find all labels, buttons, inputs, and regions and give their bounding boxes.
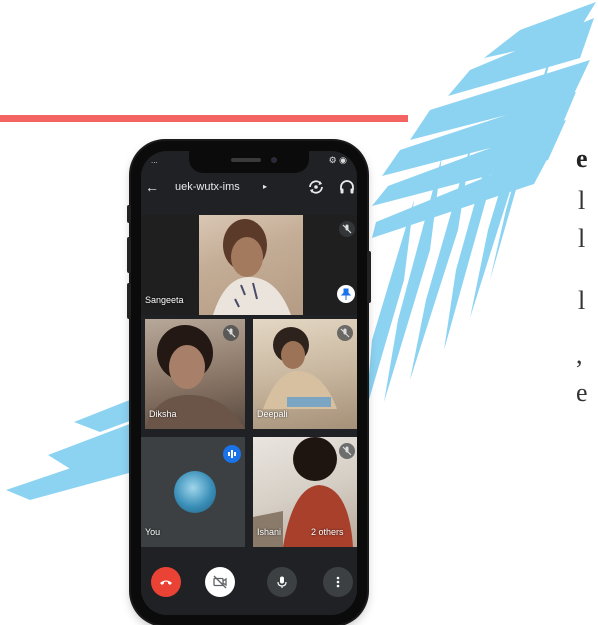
earpiece-speaker: [231, 158, 261, 162]
meet-screen: ... ⚙ ◉ ← uek-wutx-ims ▸ Sangeeta Diksha…: [141, 151, 357, 615]
participant-name: Deepali: [257, 409, 288, 419]
side-text-line: e: [576, 378, 588, 407]
participant-name: Sangeeta: [145, 295, 184, 305]
side-text-line: l: [578, 286, 586, 315]
side-text-line: l: [578, 224, 586, 253]
phone-side-button: [127, 283, 131, 319]
headphones-icon[interactable]: [338, 178, 356, 196]
arrow-back-icon[interactable]: ←: [145, 179, 159, 195]
phone-side-button: [127, 237, 131, 273]
side-text-line: l: [578, 186, 586, 215]
meeting-code-arrow-icon[interactable]: ▸: [263, 182, 267, 191]
end-call-button[interactable]: [151, 567, 181, 597]
participant-video: [199, 215, 303, 315]
side-text-heading: e: [576, 144, 588, 173]
mic-off-icon: [339, 443, 355, 459]
others-count: 2 others: [311, 527, 344, 537]
push-pin-icon[interactable]: [337, 285, 355, 303]
camera-toggle-button[interactable]: [205, 567, 235, 597]
phone-notch: [189, 151, 309, 173]
camera-flip-icon[interactable]: [307, 178, 325, 196]
accent-underline: [0, 115, 408, 122]
mic-icon: [277, 576, 287, 588]
participant-tile[interactable]: Diksha: [145, 319, 245, 429]
mic-off-icon: [339, 221, 355, 237]
phone-side-button: [367, 251, 371, 303]
side-text-line: ,: [576, 340, 583, 369]
mic-off-icon: [223, 325, 239, 341]
avatar: [174, 471, 216, 513]
microphone-button[interactable]: [267, 567, 297, 597]
more-vert-icon: [336, 576, 340, 588]
participant-tile[interactable]: Ishani 2 others: [253, 437, 357, 547]
mic-off-icon: [337, 325, 353, 341]
participant-tile[interactable]: Deepali: [253, 319, 357, 429]
page: e l l l , e ... ⚙ ◉ ← uek-wutx-ims ▸ San…: [0, 0, 598, 625]
meeting-topbar: ← uek-wutx-ims ▸: [141, 173, 357, 203]
status-icons: ⚙ ◉: [328, 155, 347, 165]
phone-side-button: [127, 205, 131, 223]
video-off-icon: [213, 575, 227, 589]
status-dots: ...: [151, 156, 158, 165]
participant-tile[interactable]: Sangeeta: [141, 215, 357, 315]
phone-frame: ... ⚙ ◉ ← uek-wutx-ims ▸ Sangeeta Diksha…: [127, 141, 371, 625]
participant-name: Ishani: [257, 527, 282, 537]
call-controls: [141, 557, 357, 615]
more-options-button[interactable]: [323, 567, 353, 597]
participant-name: You: [145, 527, 161, 537]
phone-hangup-icon: [160, 580, 172, 585]
speaking-icon: [223, 445, 241, 463]
self-tile[interactable]: You: [141, 437, 245, 547]
meeting-code[interactable]: uek-wutx-ims: [175, 181, 240, 193]
front-camera: [271, 157, 277, 163]
participant-name: Diksha: [149, 409, 177, 419]
